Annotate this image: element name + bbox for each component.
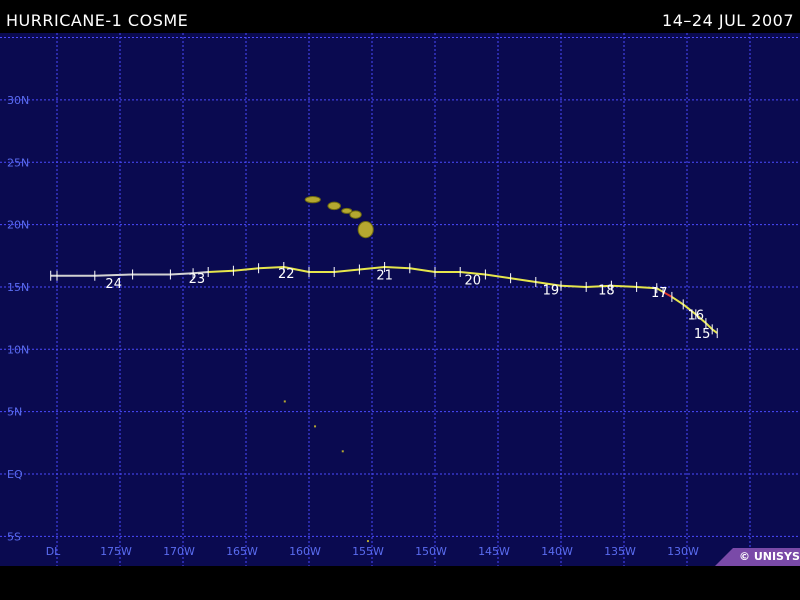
small-island: [341, 450, 344, 453]
lat-label: 10N: [7, 343, 29, 356]
unisys-credit: © UNISYS: [739, 550, 800, 563]
small-island: [366, 540, 369, 543]
lon-label: 130W: [667, 545, 699, 558]
small-island: [283, 400, 286, 403]
day-label: 22: [278, 267, 295, 282]
lon-label: 145W: [478, 545, 510, 558]
track-segment: [208, 269, 234, 273]
day-label: 16: [688, 308, 705, 323]
lat-label: 5S: [7, 530, 21, 543]
lat-label: 15N: [7, 281, 29, 294]
lon-label: 175W: [100, 545, 132, 558]
day-label: 23: [189, 272, 206, 287]
lat-label: EQ: [7, 468, 23, 481]
day-label: 19: [543, 283, 560, 298]
lon-label: 135W: [604, 545, 636, 558]
track-segment: [560, 284, 587, 288]
date-range: 14–24 JUL 2007: [662, 11, 794, 30]
track-segment: [611, 284, 637, 288]
small-island: [314, 425, 317, 428]
island-big-island: [357, 220, 374, 239]
day-label: 18: [598, 283, 615, 298]
day-label: 17: [651, 286, 668, 301]
title-bar: HURRICANE-1 COSME 14–24 JUL 2007: [0, 0, 800, 33]
track-segment: [94, 273, 133, 277]
island-oahu: [327, 201, 342, 211]
day-label: 20: [465, 273, 482, 288]
lat-label: 25N: [7, 156, 29, 169]
lon-label: 155W: [352, 545, 384, 558]
island-maui: [349, 210, 362, 219]
day-label: 15: [694, 327, 711, 342]
credit-badge: © UNISYS: [715, 548, 800, 566]
island-niihau-kauai: [304, 196, 321, 204]
lat-label: 30N: [7, 94, 29, 107]
bottom-bar: [0, 566, 800, 600]
track-map: 30N 25N 20N 15N 10N 5N EQ 5S DL 175W 170W 165W 160W 1…: [0, 33, 800, 566]
lon-label: 170W: [163, 545, 195, 558]
day-label: 21: [376, 268, 393, 283]
lon-label: 140W: [541, 545, 573, 558]
storm-title: HURRICANE-1 COSME: [6, 11, 189, 30]
lat-label: 20N: [7, 219, 29, 232]
day-label: 24: [105, 277, 122, 292]
lon-label: 165W: [226, 545, 258, 558]
lon-label: DL: [46, 545, 61, 558]
lon-label: 150W: [415, 545, 447, 558]
lat-label: 5N: [7, 406, 22, 419]
lon-label: 160W: [289, 545, 321, 558]
